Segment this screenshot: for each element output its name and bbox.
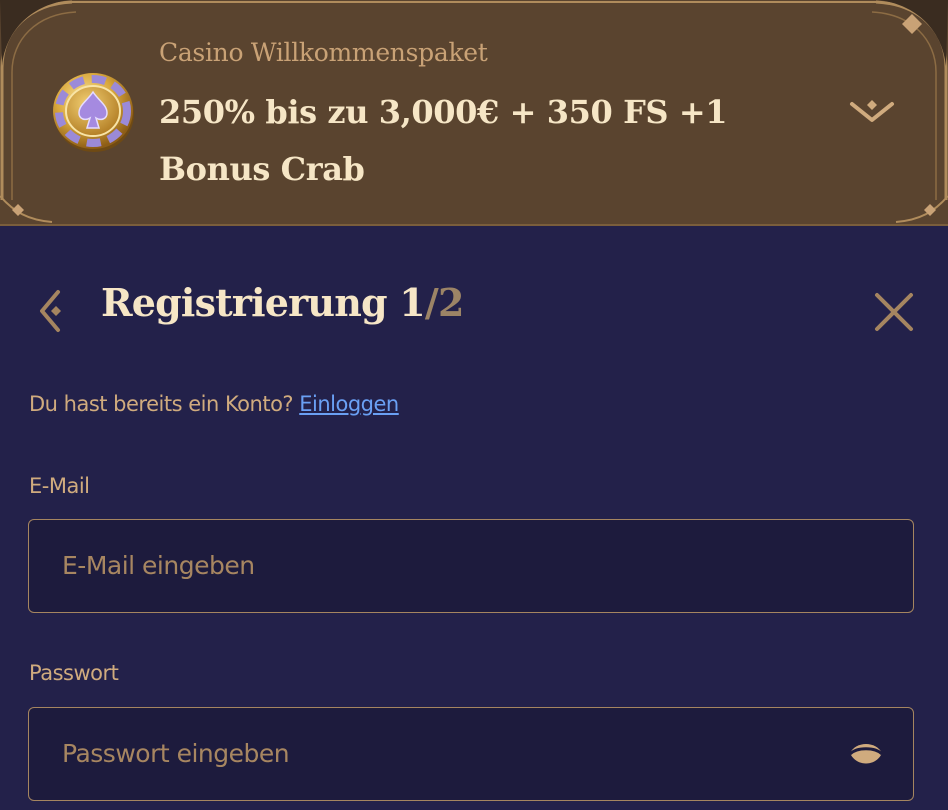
step-current: Registrierung 1 [101, 280, 426, 325]
close-icon[interactable] [870, 288, 918, 336]
login-link[interactable]: Einloggen [299, 392, 399, 416]
registration-modal: Casino Willkommenspaket 250% bis zu 3,00… [0, 0, 948, 810]
password-label: Passwort [29, 661, 119, 685]
login-prompt: Du hast bereits ein Konto? Einloggen [29, 392, 399, 416]
email-label: E-Mail [29, 474, 90, 498]
password-field-container [28, 707, 914, 801]
password-field[interactable] [62, 708, 822, 799]
email-field-container [28, 519, 914, 613]
step-total: /2 [424, 280, 465, 325]
email-field[interactable] [62, 520, 822, 611]
bonus-package-subtitle: Casino Willkommenspaket [159, 38, 488, 67]
login-prompt-text: Du hast bereits ein Konto? [29, 392, 294, 416]
welcome-bonus-banner[interactable]: Casino Willkommenspaket 250% bis zu 3,00… [0, 0, 948, 226]
eye-icon[interactable] [847, 737, 885, 771]
arrow-left-icon[interactable] [34, 288, 68, 334]
page-title: Registrierung 1/2 [101, 280, 464, 325]
coin-spade-icon [53, 73, 134, 152]
chevron-down-icon[interactable] [848, 94, 896, 130]
bonus-package-title: 250% bis zu 3,000€ + 350 FS +1 Bonus Cra… [159, 93, 728, 188]
